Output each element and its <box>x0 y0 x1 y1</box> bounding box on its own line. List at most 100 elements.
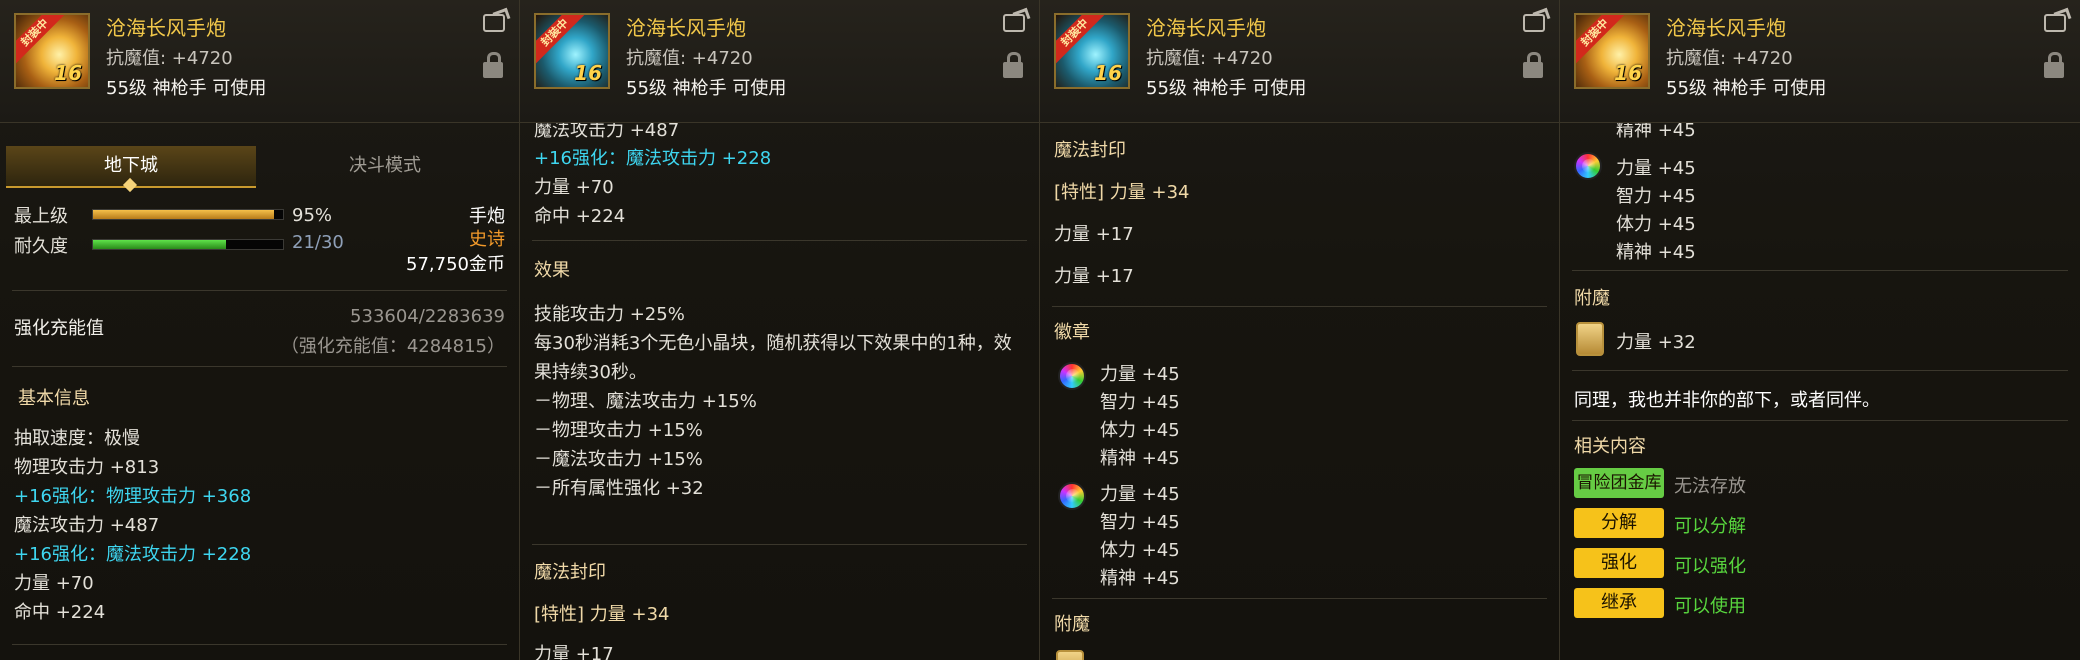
charge-label: 强化充能值 <box>14 318 104 339</box>
item-requirement: 55级 神枪手 可使用 <box>626 78 787 99</box>
item-requirement: 55级 神枪手 可使用 <box>106 78 267 99</box>
stat-line: 命中 +224 <box>14 602 106 623</box>
flavor-text: 同理，我也并非你的部下，或者同伴。 <box>1574 390 1880 411</box>
tooltip-body: 精神 +45 力量 +45 智力 +45 体力 +45 精神 +45 附魔 力量 +3… <box>1560 120 2080 660</box>
share-icon[interactable] <box>483 14 505 32</box>
tooltip-panel-4: 封装中 16 沧海长风手炮 抗魔值: +4720 55级 神枪手 可使用 精神 … <box>1560 0 2080 660</box>
lock-icon[interactable] <box>1523 52 1543 78</box>
effect-line: －所有属性强化 +32 <box>534 478 704 499</box>
stat-line: 力量 +70 <box>534 177 614 198</box>
emblem-stat-line: 体力 +45 <box>1100 540 1180 561</box>
share-icon[interactable] <box>1003 14 1025 32</box>
stat-line: +16强化：魔法攻击力 +228 <box>534 148 772 169</box>
effect-line: －物理、魔法攻击力 +15% <box>534 391 757 412</box>
partial-line: 力量 +17 <box>534 644 614 660</box>
divider <box>532 544 1027 545</box>
emblem-stat-line: 精神 +45 <box>1100 568 1180 589</box>
item-requirement: 55级 神枪手 可使用 <box>1666 78 1827 99</box>
emblem-stat-line: 智力 +45 <box>1100 392 1180 413</box>
tooltip-body: 魔法攻击力 +487 +16强化：魔法攻击力 +228 力量 +70 命中 +224… <box>520 120 1039 660</box>
related-note: 可以分解 <box>1674 516 1746 537</box>
emblem-stat-line: 精神 +45 <box>1100 448 1180 469</box>
emblem-gem-icon <box>1574 152 1602 180</box>
item-requirement: 55级 神枪手 可使用 <box>1146 78 1307 99</box>
item-icon: 封装中 16 <box>14 13 90 89</box>
stat-line: +16强化：物理攻击力 +368 <box>14 486 252 507</box>
related-action-button[interactable]: 强化 <box>1574 548 1664 578</box>
divider <box>12 366 507 367</box>
sealed-ribbon: 封装中 <box>16 15 66 64</box>
tooltip-panel-3: 封装中 16 沧海长风手炮 抗魔值: +4720 55级 神枪手 可使用 魔法封… <box>1040 0 1560 660</box>
item-icon: 封装中 16 <box>1574 13 1650 89</box>
effect-line: 每30秒消耗3个无色小晶块，随机获得以下效果中的1种，效 <box>534 333 1012 354</box>
divider <box>12 290 507 291</box>
sealed-ribbon: 封装中 <box>536 15 586 64</box>
tooltip-body: 地下城 决斗模式 最上级 95% 手炮 耐久度 21/30 史诗 57,750金… <box>0 122 519 660</box>
grade-bar <box>92 209 284 220</box>
lock-icon[interactable] <box>2044 52 2064 78</box>
divider <box>1572 270 2068 271</box>
enchant-card-icon <box>1576 322 1604 356</box>
item-name: 沧海长风手炮 <box>1666 16 1786 40</box>
item-stat: 抗魔值: +4720 <box>1146 48 1273 69</box>
related-note: 可以强化 <box>1674 556 1746 577</box>
section-title-enchant: 附魔 <box>1574 288 1610 309</box>
enhance-level-badge: 16 <box>54 61 82 85</box>
item-stat: 抗魔值: +4720 <box>626 48 753 69</box>
rarity-label: 史诗 <box>469 229 505 250</box>
effect-line: 技能攻击力 +25% <box>534 304 685 325</box>
effect-line: 果持续30秒。 <box>534 362 647 383</box>
tooltip-panel-2: 封装中 16 沧海长风手炮 抗魔值: +4720 55级 神枪手 可使用 魔法攻… <box>520 0 1040 660</box>
divider <box>12 644 507 645</box>
price-label: 57,750金币 <box>406 254 505 275</box>
emblem-stat-line: 力量 +45 <box>1616 158 1696 179</box>
emblem-gem-icon <box>1058 482 1086 510</box>
share-icon[interactable] <box>1523 14 1545 32</box>
related-note: 可以使用 <box>1674 596 1746 617</box>
divider <box>532 240 1027 241</box>
enchant-card-icon <box>1056 650 1084 660</box>
divider <box>1572 420 2068 421</box>
enhance-level-badge: 16 <box>574 61 602 85</box>
tooltip-strip: 封装中 16 沧海长风手炮 抗魔值: +4720 55级 神枪手 可使用 地下城… <box>0 0 2080 660</box>
stat-line: 物理攻击力 +813 <box>14 457 160 478</box>
item-name: 沧海长风手炮 <box>626 16 746 40</box>
enchant-line: 力量 +32 <box>1616 332 1696 353</box>
related-action-button[interactable]: 冒险团金库 <box>1574 468 1664 498</box>
item-icon: 封装中 16 <box>534 13 610 89</box>
stat-line: 力量 +70 <box>14 573 94 594</box>
section-title-seal: 魔法封印 <box>534 562 606 583</box>
item-header: 封装中 16 沧海长风手炮 抗魔值: +4720 55级 神枪手 可使用 <box>1040 0 1559 123</box>
related-action-button[interactable]: 继承 <box>1574 588 1664 618</box>
emblem-gem-icon <box>1058 362 1086 390</box>
related-note: 无法存放 <box>1674 476 1746 497</box>
tooltip-body: 魔法封印 [特性] 力量 +34 力量 +17 力量 +17 徽章 力量 +45… <box>1040 122 1559 660</box>
lock-icon[interactable] <box>483 52 503 78</box>
seal-line: [特性] 力量 +34 <box>534 604 670 625</box>
grade-percent: 95% <box>292 205 333 226</box>
item-header: 封装中 16 沧海长风手炮 抗魔值: +4720 55级 神枪手 可使用 <box>520 0 1039 123</box>
seal-line: [特性] 力量 +34 <box>1054 182 1190 203</box>
item-header: 封装中 16 沧海长风手炮 抗魔值: +4720 55级 神枪手 可使用 <box>0 0 519 123</box>
effect-line: －物理攻击力 +15% <box>534 420 703 441</box>
section-title-emblem: 徽章 <box>1054 322 1090 343</box>
effect-line: －魔法攻击力 +15% <box>534 449 703 470</box>
sealed-ribbon: 封装中 <box>1576 15 1626 64</box>
seal-extra-line: 力量 +17 <box>1054 224 1134 245</box>
divider <box>1052 598 1547 599</box>
emblem-stat-line: 体力 +45 <box>1616 214 1696 235</box>
emblem-stat-line: 智力 +45 <box>1616 186 1696 207</box>
charge-sub: （强化充能值：4284815） <box>280 336 505 357</box>
durability-label: 耐久度 <box>14 236 68 257</box>
related-action-button[interactable]: 分解 <box>1574 508 1664 538</box>
item-stat: 抗魔值: +4720 <box>106 48 233 69</box>
section-title-related: 相关内容 <box>1574 436 1646 457</box>
stat-line: +16强化：魔法攻击力 +228 <box>14 544 252 565</box>
item-name: 沧海长风手炮 <box>106 16 226 40</box>
section-title-enchant: 附魔 <box>1054 614 1090 635</box>
tab-pvp[interactable]: 决斗模式 <box>256 146 514 186</box>
lock-icon[interactable] <box>1003 52 1023 78</box>
durability-bar-fill <box>93 240 226 249</box>
durability-bar <box>92 239 284 250</box>
share-icon[interactable] <box>2044 14 2066 32</box>
